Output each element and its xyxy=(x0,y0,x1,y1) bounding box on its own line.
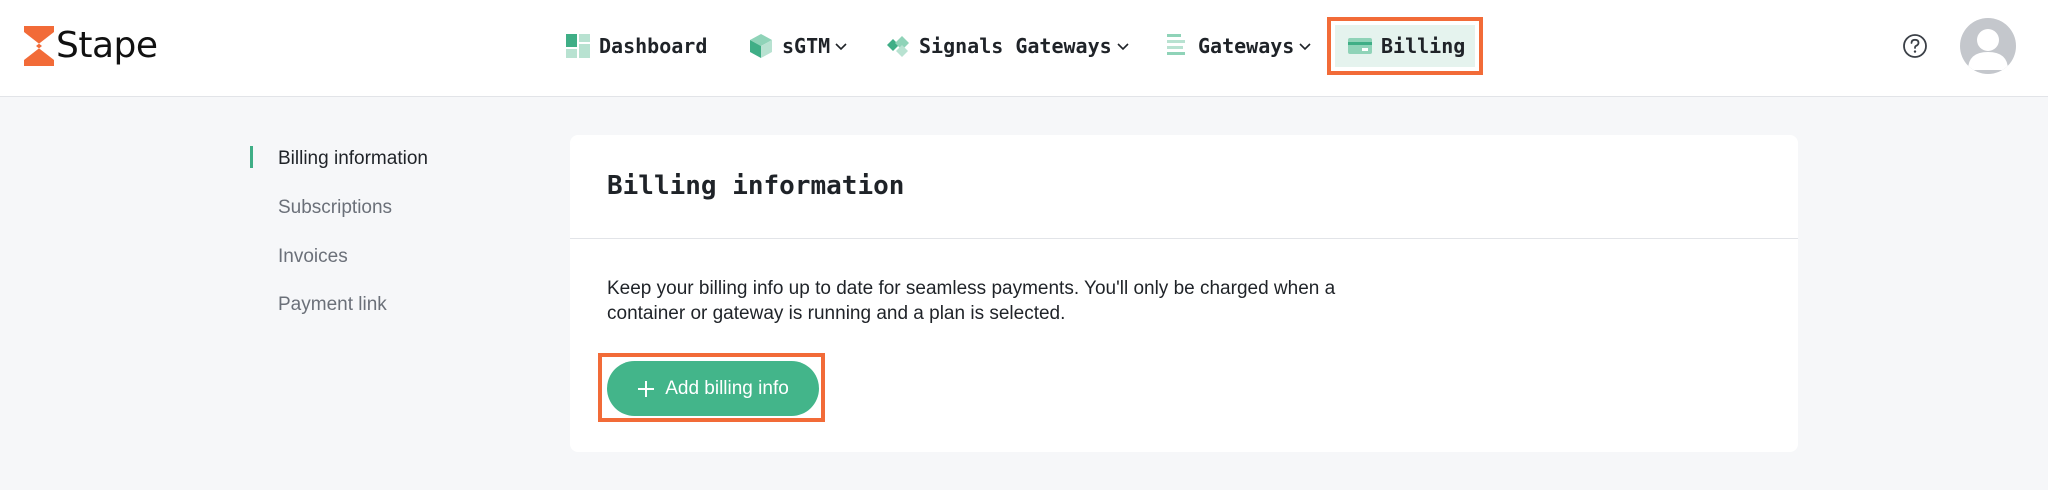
user-avatar-icon[interactable] xyxy=(1960,18,2016,74)
nav-dashboard-label: Dashboard xyxy=(599,34,708,58)
sidebar-item-invoices[interactable]: Invoices xyxy=(278,246,348,268)
chevron-down-icon xyxy=(1298,39,1312,53)
stape-logo[interactable]: Stape xyxy=(24,24,158,68)
credit-card-icon xyxy=(1347,33,1373,59)
add-billing-info-label: Add billing info xyxy=(665,377,789,399)
billing-information-card: Billing information Keep your billing in… xyxy=(570,135,1798,452)
card-description: Keep your billing info up to date for se… xyxy=(607,278,1336,324)
question-circle-icon[interactable] xyxy=(1902,33,1928,59)
sidebar-item-payment-link[interactable]: Payment link xyxy=(278,294,387,316)
nav-signals-gateways-label: Signals Gateways xyxy=(919,34,1112,58)
nav-gateways-label: Gateways xyxy=(1198,34,1295,58)
card-title: Billing information xyxy=(607,171,905,201)
stape-logo-mark-icon xyxy=(24,26,54,66)
list-icon xyxy=(1164,33,1190,59)
sidebar-item-billing-information[interactable]: Billing information xyxy=(278,148,428,170)
diamond-icon xyxy=(885,33,911,59)
card-divider xyxy=(570,238,1798,239)
nav-sgtm-label: sGTM xyxy=(782,34,831,58)
top-navigation-bar: Stape Dashboard sGTM Signals Gateways Ga… xyxy=(0,0,2048,97)
sidebar-item-subscriptions[interactable]: Subscriptions xyxy=(278,197,392,219)
nav-signals-gateways[interactable]: Signals Gateways xyxy=(885,17,1130,75)
nav-gateways[interactable]: Gateways xyxy=(1164,17,1312,75)
nav-billing[interactable]: Billing xyxy=(1327,17,1483,75)
active-indicator xyxy=(250,146,253,168)
add-billing-info-button[interactable]: Add billing info xyxy=(607,361,819,416)
nav-dashboard[interactable]: Dashboard xyxy=(565,17,707,75)
chevron-down-icon xyxy=(1116,39,1130,53)
dashboard-grid-icon xyxy=(565,33,591,59)
nav-sgtm[interactable]: sGTM xyxy=(748,17,848,75)
cube-icon xyxy=(748,33,774,59)
stape-logo-text: Stape xyxy=(56,25,158,66)
plus-icon xyxy=(637,380,655,398)
chevron-down-icon xyxy=(834,39,848,53)
nav-billing-label: Billing xyxy=(1381,34,1466,58)
